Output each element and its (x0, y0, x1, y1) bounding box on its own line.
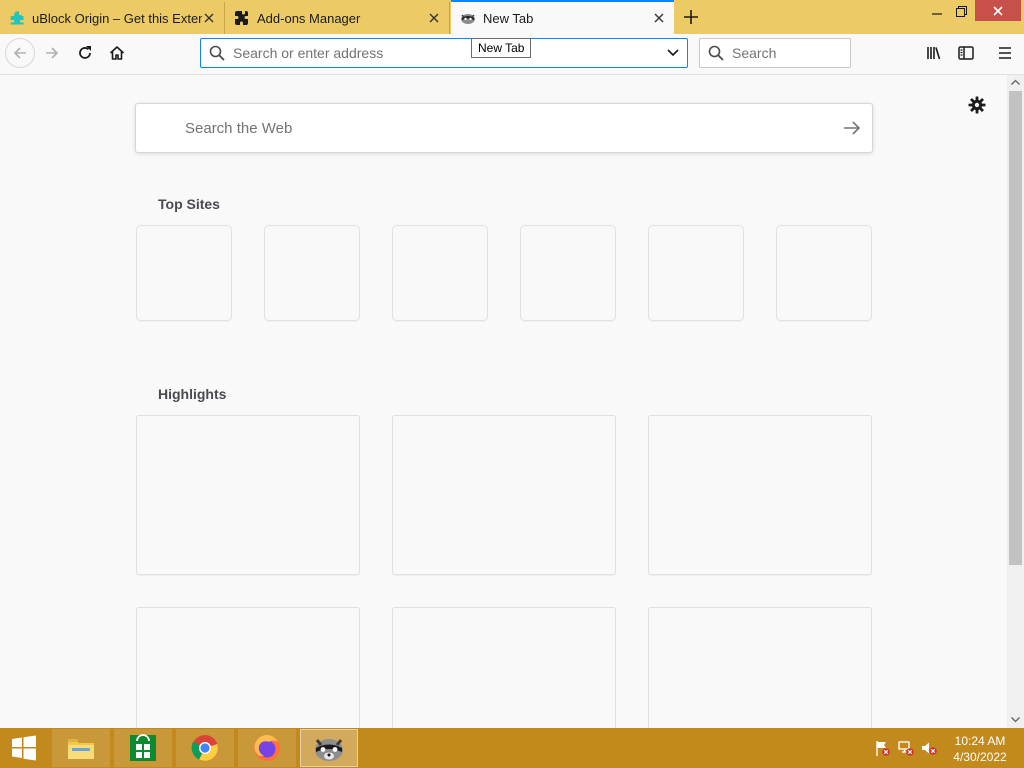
settings-gear-button[interactable] (966, 94, 988, 116)
reload-button[interactable] (70, 38, 100, 68)
tab-ublock-origin[interactable]: uBlock Origin – Get this Extension for F… (0, 2, 225, 34)
file-explorer-button[interactable] (52, 729, 110, 767)
volume-muted-icon[interactable] (921, 740, 937, 756)
arrow-right-icon (46, 47, 59, 59)
top-site-tile[interactable] (264, 225, 360, 321)
highlights-heading: Highlights (158, 386, 227, 402)
forward-button[interactable] (37, 38, 67, 68)
restore-button[interactable] (946, 0, 976, 22)
address-bar[interactable] (200, 38, 688, 68)
chrome-button[interactable] (176, 729, 234, 767)
sidebar-button[interactable] (951, 38, 981, 68)
restore-icon (955, 5, 967, 17)
close-icon[interactable] (202, 11, 216, 25)
puzzle-icon (234, 10, 250, 26)
network-icon[interactable] (898, 740, 914, 756)
web-search-box[interactable] (135, 103, 873, 153)
chevron-down-icon[interactable] (659, 49, 687, 57)
menu-button[interactable] (990, 38, 1020, 68)
clock-date: 4/30/2022 (953, 750, 1007, 764)
store-icon (130, 734, 156, 761)
top-sites-heading: Top Sites (158, 196, 220, 212)
plus-icon (684, 10, 698, 24)
start-icon (12, 735, 36, 761)
library-button[interactable] (919, 38, 949, 68)
tab-tooltip: New Tab (471, 38, 532, 58)
address-input[interactable] (233, 45, 659, 61)
top-site-tile[interactable] (392, 225, 488, 321)
tab-label: uBlock Origin – Get this Extension for F… (32, 10, 202, 26)
windows-taskbar: 10:24 AM 4/30/2022 (0, 728, 1024, 768)
highlight-card[interactable] (136, 607, 360, 728)
start-button[interactable] (0, 729, 48, 767)
web-search-input[interactable] (183, 118, 832, 138)
highlight-card[interactable] (648, 607, 872, 728)
close-icon[interactable] (652, 11, 666, 25)
top-site-tile[interactable] (520, 225, 616, 321)
home-icon (109, 46, 125, 60)
top-site-tile[interactable] (776, 225, 872, 321)
library-icon (927, 47, 941, 60)
arrow-left-icon (13, 47, 26, 59)
minimize-icon (932, 13, 942, 15)
tab-addons-manager[interactable]: Add-ons Manager (225, 2, 450, 34)
search-icon (700, 45, 732, 61)
chrome-icon (191, 735, 218, 761)
puzzle-teal-icon (9, 10, 25, 26)
top-site-tile[interactable] (648, 225, 744, 321)
firefox-button[interactable] (238, 729, 296, 767)
gear-icon (968, 96, 986, 114)
back-button[interactable] (5, 38, 35, 68)
sidebar-icon (958, 46, 974, 60)
system-clock[interactable]: 10:24 AM 4/30/2022 (944, 733, 1016, 765)
raccoon-app-icon (315, 739, 343, 761)
scroll-up-icon[interactable] (1011, 79, 1020, 85)
action-center-flag-icon[interactable] (874, 740, 890, 756)
highlight-card[interactable] (648, 415, 872, 575)
tab-label: New Tab (483, 10, 534, 26)
highlight-card[interactable] (136, 415, 360, 575)
search-icon (201, 45, 233, 61)
window-close-button[interactable] (975, 0, 1021, 21)
close-icon[interactable] (427, 11, 441, 25)
search-input[interactable] (732, 45, 850, 61)
close-icon (993, 5, 1003, 16)
raccoon-icon (460, 10, 476, 26)
home-button[interactable] (102, 38, 132, 68)
reload-icon (79, 46, 91, 59)
top-site-tile[interactable] (136, 225, 232, 321)
tab-new-tab[interactable]: New Tab (451, 0, 674, 34)
arrow-right-icon (844, 121, 861, 135)
new-tab-page: Top Sites Highlights (0, 75, 1007, 728)
store-button[interactable] (114, 729, 172, 767)
clock-time: 10:24 AM (954, 734, 1006, 748)
file-explorer-icon (68, 739, 94, 759)
highlight-card[interactable] (392, 415, 616, 575)
tab-label: Add-ons Manager (257, 10, 361, 26)
search-submit-button[interactable] (832, 104, 872, 152)
hamburger-menu-icon (999, 47, 1011, 59)
vertical-scrollbar[interactable] (1007, 75, 1024, 728)
firefox-icon (254, 735, 280, 761)
tab-strip: uBlock Origin – Get this Extension for F… (0, 0, 1024, 34)
scroll-thumb[interactable] (1009, 91, 1022, 565)
highlight-card[interactable] (392, 607, 616, 728)
new-tab-button[interactable] (677, 4, 705, 30)
raccoon-app-button[interactable] (300, 729, 358, 767)
scroll-down-icon[interactable] (1011, 717, 1020, 723)
search-bar[interactable] (699, 38, 851, 68)
